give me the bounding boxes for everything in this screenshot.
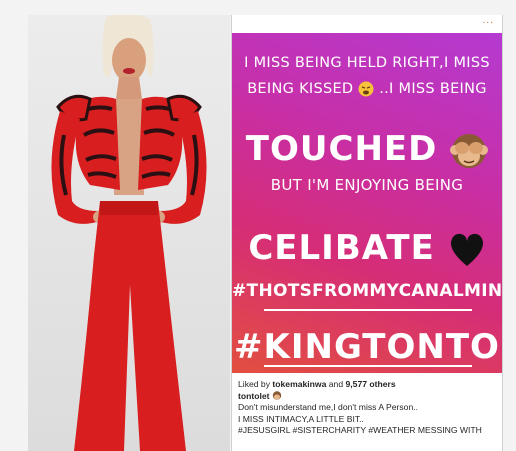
post-caption-area: Liked by tokemakinwa and 9,577 others to… (238, 379, 498, 437)
caption-line-2: I MISS INTIMACY,A LITTLE BIT.. (238, 413, 364, 424)
likes-and: and (328, 379, 344, 389)
woman-in-red-photo (28, 15, 230, 451)
caption-username[interactable]: tontolet (238, 391, 270, 401)
quote-line-6-hashtag: #THOTSFROMMYCANALMIND (232, 281, 502, 301)
liker-username[interactable]: tokemakinwa (272, 379, 326, 389)
caption-hashtags: #JESUSGIRL #SISTERCHARITY #WEATHER MESSI… (238, 425, 498, 437)
kingtonto-underline (264, 365, 472, 367)
likes-count[interactable]: 9,577 others (346, 379, 396, 389)
likes-row: Liked by tokemakinwa and 9,577 others (238, 379, 498, 391)
more-options-icon[interactable]: ... (483, 15, 494, 26)
quote-touched: TOUCHED (245, 129, 438, 169)
quote-line-3: TOUCHED (232, 129, 502, 170)
caption-hashtags-text[interactable]: #JESUSGIRL #SISTERCHARITY #WEATHER MESSI… (238, 425, 482, 435)
quote-line-5: CELIBATE (232, 228, 502, 268)
quote-line-2-text: BEING KISSED (247, 81, 354, 97)
post-header: ... (232, 15, 502, 31)
quote-line-2b-text: ..I MISS BEING (379, 81, 487, 97)
quote-line-7-hashtag: #KINGTONTO (234, 327, 500, 367)
black-heart-icon (450, 233, 483, 266)
instagram-post: ... I MISS BEING HELD RIGHT,I MISS BEING… (231, 15, 503, 451)
quote-line-2: BEING KISSED ..I MISS BEING (232, 81, 502, 97)
quote-line-4: BUT I'M ENJOYING BEING (270, 176, 464, 194)
weary-face-icon (358, 81, 374, 97)
quote-graphic: I MISS BEING HELD RIGHT,I MISS BEING KIS… (232, 33, 502, 373)
see-no-evil-monkey-icon (450, 133, 489, 168)
see-no-evil-monkey-small-icon (272, 390, 282, 400)
photo-panel (28, 15, 230, 451)
caption-username-row: tontolet (238, 391, 498, 403)
quote-celibate: CELIBATE (248, 228, 435, 268)
hashtag-underline (264, 309, 472, 311)
caption-line-1: Don't misunderstand me,I don't miss A Pe… (238, 402, 419, 412)
liked-by-label: Liked by (238, 379, 271, 389)
quote-line-1: I MISS BEING HELD RIGHT,I MISS (244, 55, 490, 71)
